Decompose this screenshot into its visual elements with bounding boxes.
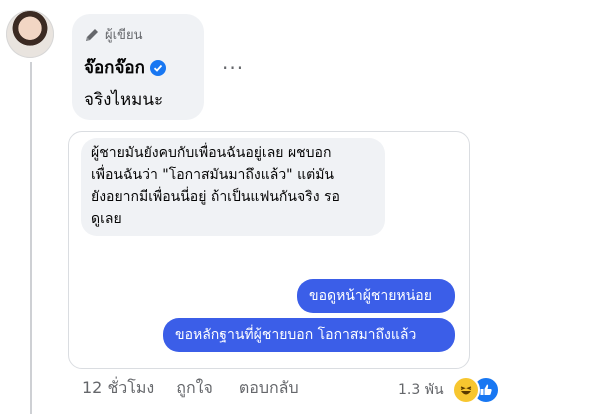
reply-thread-line <box>30 62 32 414</box>
comment-bubble: ผู้เขียน จ๊อกจ๊อก จริงไหมนะ <box>72 14 204 120</box>
reaction-summary[interactable]: 1.3 พัน <box>398 376 500 404</box>
verified-badge-icon <box>149 59 166 76</box>
comment-text: จริงไหมนะ <box>84 90 164 110</box>
author-badge: ผู้เขียน <box>84 24 142 45</box>
outgoing-message: ขอดูหน้าผู้ชายหน่อย <box>297 279 455 313</box>
comment-timestamp[interactable]: 12 ชั่วโมง <box>82 376 154 401</box>
attached-chat-screenshot[interactable]: ผู้ชายมันยังคบกับเพื่อนฉันอยู่เลย ผชบอก … <box>68 131 470 369</box>
reaction-count: 1.3 พัน <box>398 382 444 398</box>
more-options-button[interactable]: ··· <box>222 56 244 80</box>
pencil-icon <box>86 28 98 41</box>
reply-button[interactable]: ตอบกลับ <box>239 376 299 401</box>
outgoing-message: ขอหลักฐานที่ผู้ชายบอก โอกาสมาถึงแล้ว <box>163 318 455 352</box>
like-button[interactable]: ถูกใจ <box>176 376 213 401</box>
comment-actions: 12 ชั่วโมง ถูกใจ ตอบกลับ <box>82 376 321 401</box>
avatar[interactable] <box>6 10 54 58</box>
author-name-row[interactable]: จ๊อกจ๊อก <box>84 54 166 81</box>
incoming-message: ผู้ชายมันยังคบกับเพื่อนฉันอยู่เลย ผชบอก … <box>81 138 385 236</box>
author-name[interactable]: จ๊อกจ๊อก <box>84 54 145 81</box>
haha-reaction-icon <box>451 376 480 404</box>
author-badge-label: ผู้เขียน <box>105 28 143 43</box>
